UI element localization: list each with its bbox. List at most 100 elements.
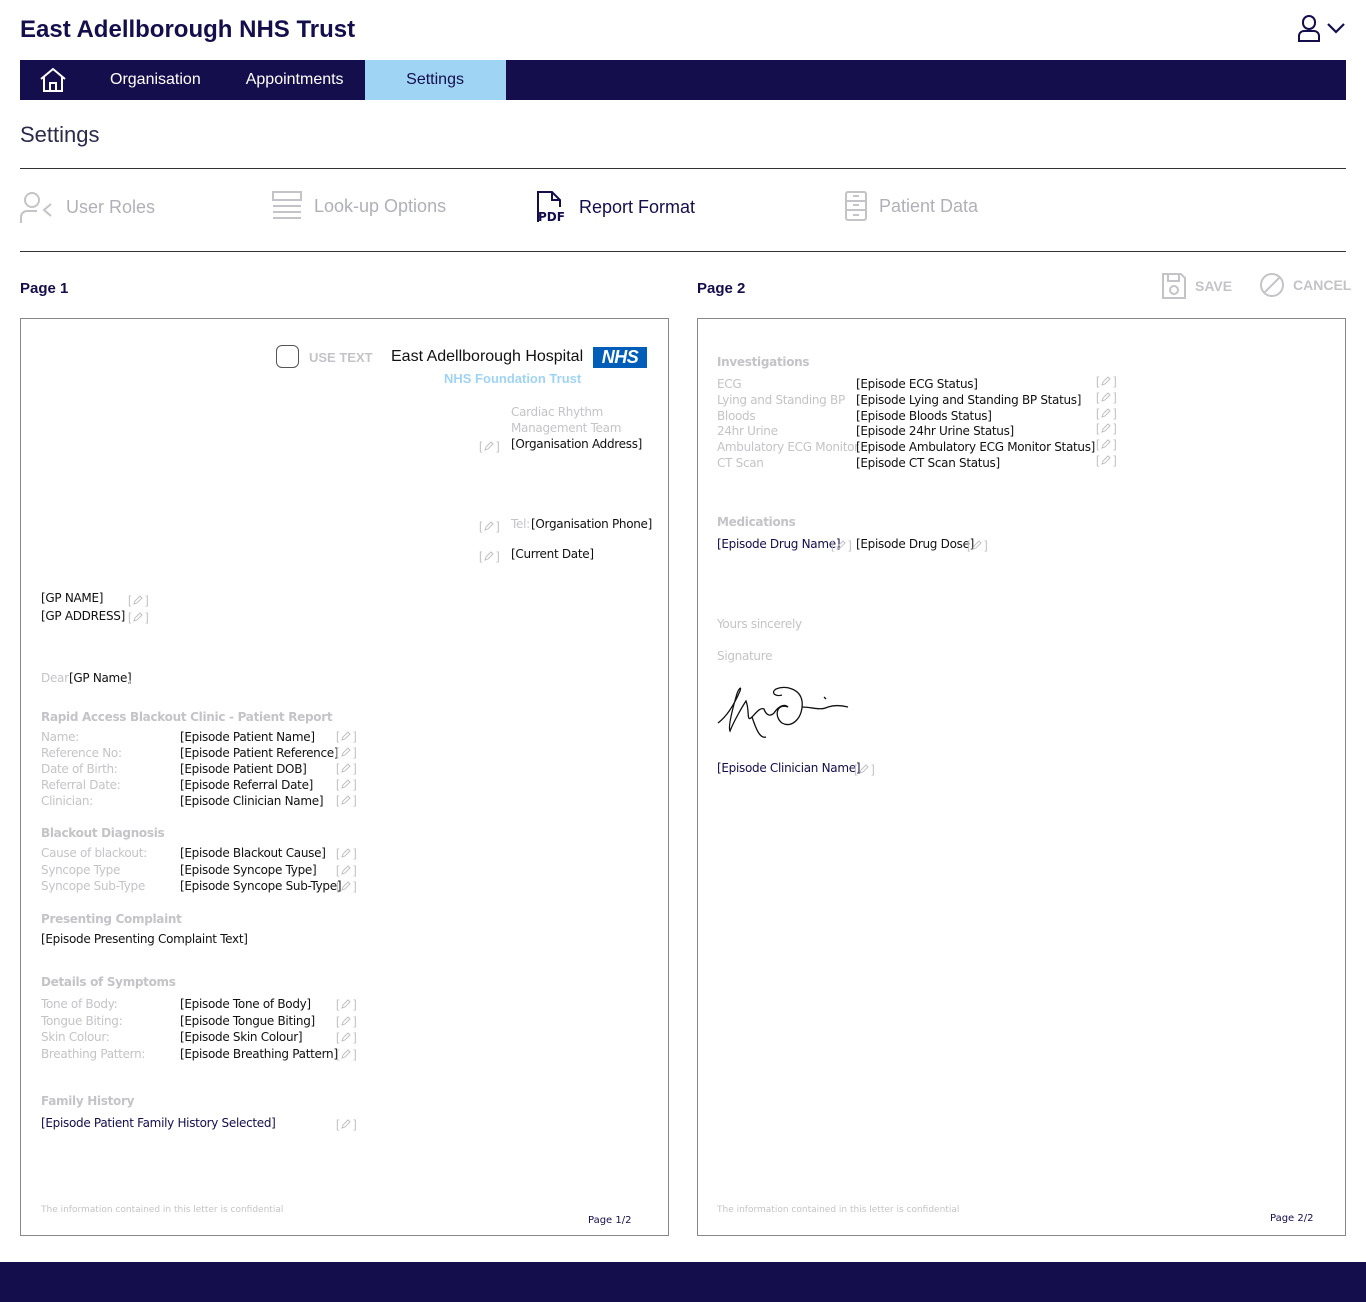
edit-family-history[interactable]: []: [336, 1117, 362, 1131]
drug-name: [Episode Drug Name]: [717, 537, 841, 551]
edit-drug-dose[interactable]: []: [967, 538, 993, 552]
save-label: SAVE: [1195, 278, 1233, 294]
pencil-icon: [484, 441, 495, 451]
drug-dose: [Episode Drug Dose]: [856, 537, 975, 551]
org-phone: [Organisation Phone]: [531, 517, 653, 531]
cancel-button[interactable]: CANCEL: [1259, 272, 1351, 298]
edit-field-button[interactable]: []: [1096, 421, 1122, 435]
subtab-lookup-options[interactable]: Look-up Options: [272, 190, 446, 222]
pencil-icon: [341, 1032, 352, 1042]
pencil-icon: [484, 521, 495, 531]
page1-label: Page 1: [20, 280, 69, 297]
edit-field-button[interactable]: []: [1096, 437, 1122, 451]
signature-label: Signature: [717, 649, 773, 663]
edit-field-button[interactable]: []: [336, 846, 362, 860]
row-label: 24hr Urine: [717, 424, 778, 439]
page2-label: Page 2: [697, 280, 746, 297]
pencil-icon: [859, 764, 870, 774]
pencil-icon: [341, 795, 352, 805]
pencil-icon: [341, 1015, 352, 1026]
edit-field-button[interactable]: []: [336, 997, 362, 1011]
home-icon: [40, 67, 66, 92]
nav-appointments[interactable]: Appointments: [225, 60, 365, 100]
row-value: [Episode CT Scan Status]: [856, 456, 1000, 470]
investigations-heading: Investigations: [717, 355, 810, 369]
row-label: Referral Date:: [41, 778, 121, 792]
edit-field-button[interactable]: []: [1096, 390, 1122, 404]
row-label: Skin Colour:: [41, 1030, 110, 1044]
clinician-name: [Episode Clinician Name]: [717, 761, 861, 775]
row-label: Syncope Sub-Type: [41, 879, 145, 893]
family-heading: Family History: [41, 1094, 135, 1108]
page-number: Page 1/2: [588, 1215, 632, 1226]
row-label: Tone of Body:: [41, 997, 118, 1011]
edit-gp-address[interactable]: []: [128, 610, 154, 624]
save-icon: [1162, 273, 1186, 299]
pencil-icon: [1101, 407, 1112, 418]
row-label: ECG: [717, 377, 742, 391]
edit-field-button[interactable]: []: [336, 1047, 362, 1061]
confidential-note: The information contained in this letter…: [717, 1205, 960, 1215]
use-text-label: USE TEXT: [309, 350, 373, 365]
pencil-icon: [972, 540, 983, 550]
chevron-down-icon: [1327, 23, 1345, 34]
pdf-icon: PDF: [537, 191, 565, 224]
edit-current-date[interactable]: []: [479, 549, 505, 563]
pencil-icon: [341, 747, 352, 757]
pencil-icon: [1101, 376, 1112, 386]
edit-clinician-name[interactable]: []: [854, 762, 880, 776]
nav-home[interactable]: [20, 60, 86, 100]
row-label: Breathing Pattern:: [41, 1046, 146, 1061]
symptoms-heading: Details of Symptoms: [41, 975, 176, 989]
edit-field-button[interactable]: []: [336, 863, 362, 877]
edit-field-button[interactable]: []: [336, 745, 362, 759]
row-label: Name:: [41, 730, 79, 744]
edit-field-button[interactable]: []: [336, 777, 362, 791]
row-value: [Episode Tone of Body]: [180, 997, 311, 1011]
pencil-icon: [1101, 423, 1112, 434]
edit-field-button[interactable]: []: [336, 793, 362, 807]
cancel-icon: [1260, 273, 1284, 297]
row-value: [Episode Bloods Status]: [856, 408, 992, 423]
subtab-report-format[interactable]: PDF Report Format: [535, 190, 695, 224]
row-label: CT Scan: [717, 456, 764, 470]
subtab-patient-data[interactable]: Patient Data: [845, 190, 978, 222]
edit-field-button[interactable]: []: [1096, 374, 1122, 388]
cancel-label: CANCEL: [1293, 277, 1352, 293]
pencil-icon: [341, 779, 352, 789]
pencil-icon: [341, 1119, 352, 1129]
edit-field-button[interactable]: []: [336, 1014, 362, 1028]
row-value: [Episode Syncope Sub-Type]: [180, 879, 342, 893]
medications-heading: Medications: [717, 515, 796, 529]
row-label: Reference No:: [41, 746, 122, 760]
edit-gp-name[interactable]: []: [128, 593, 154, 607]
nav-settings[interactable]: Settings: [364, 60, 506, 100]
edit-drug-name[interactable]: []: [831, 538, 857, 552]
pencil-icon: [1101, 455, 1112, 465]
edit-field-button[interactable]: []: [336, 761, 362, 775]
pencil-icon: [341, 763, 352, 773]
pencil-icon: [341, 731, 352, 741]
row-value: [Episode Patient Name]: [180, 730, 315, 744]
use-text-checkbox[interactable]: [276, 345, 299, 368]
subtab-user-roles[interactable]: User Roles: [20, 190, 155, 224]
nhs-logo: NHS: [593, 347, 647, 368]
complaint-heading: Presenting Complaint: [41, 912, 182, 926]
edit-org-phone[interactable]: []: [479, 519, 505, 533]
row-value: [Episode Patient DOB]: [180, 762, 307, 776]
team-line: Management Team: [511, 421, 622, 435]
edit-field-button[interactable]: []: [336, 729, 362, 743]
edit-field-button[interactable]: []: [1096, 453, 1122, 467]
edit-field-button[interactable]: []: [336, 879, 362, 893]
edit-org-address[interactable]: []: [479, 439, 505, 453]
edit-field-button[interactable]: []: [1096, 406, 1122, 420]
save-button[interactable]: SAVE: [1161, 272, 1232, 300]
current-date: [Current Date]: [511, 547, 594, 561]
user-menu[interactable]: [1296, 14, 1346, 42]
edit-field-button[interactable]: []: [336, 1030, 362, 1044]
nav-organisation[interactable]: Organisation: [86, 60, 225, 100]
row-value: [Episode Tongue Biting]: [180, 1013, 315, 1028]
page2-preview: Investigations ECG [Episode ECG Status] []…: [697, 318, 1346, 1236]
foundation-trust: NHS Foundation Trust: [444, 371, 582, 386]
pencil-icon: [133, 612, 144, 622]
